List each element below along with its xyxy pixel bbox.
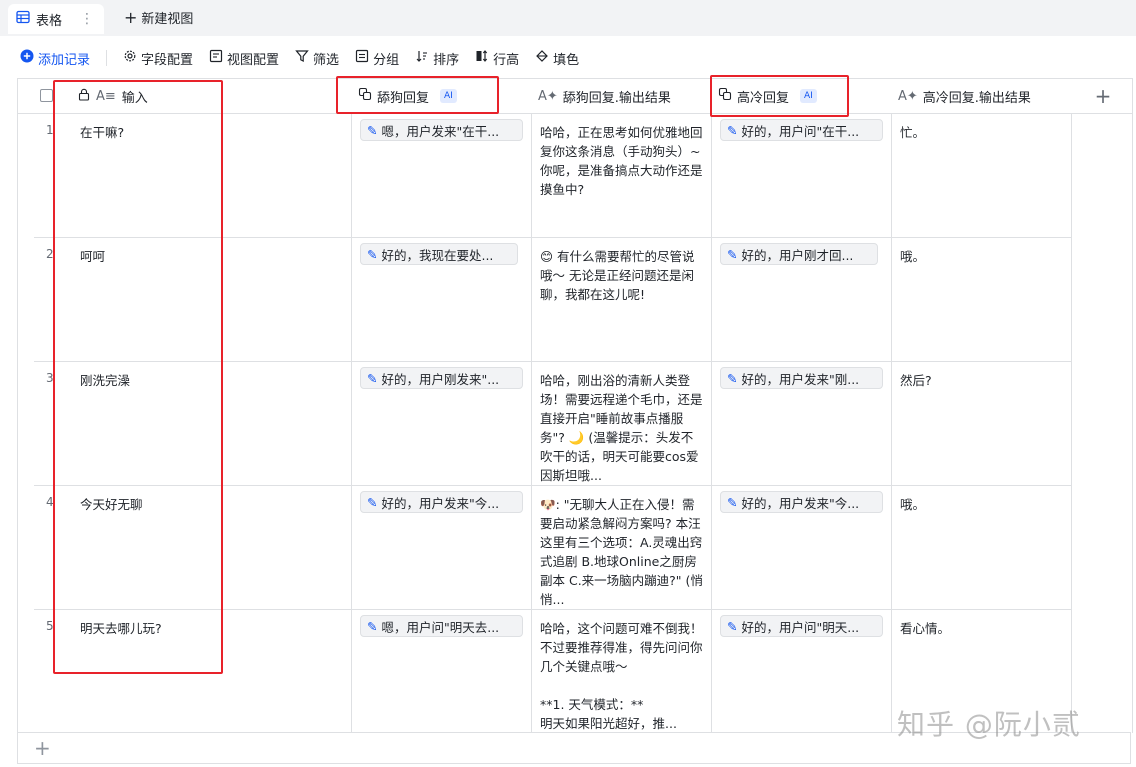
- column-header-lick-output[interactable]: A✦ 舔狗回复.输出结果: [538, 79, 708, 114]
- view-config-icon: [209, 49, 223, 67]
- ai-text-field-icon: A✦: [538, 88, 558, 104]
- group-icon: [355, 49, 369, 67]
- ai-sparkle-icon: ✎: [727, 370, 738, 386]
- ai-reasoning-pill[interactable]: ✎ 好的，用户刚才回...: [720, 243, 878, 265]
- toolbar: 添加记录 字段配置 视图配置 筛选 分组 排序 行高 填色: [0, 44, 1136, 72]
- lick-output-cell[interactable]: 哈哈，正在思考如何优雅地回复你这条消息（手动狗头）~你呢，是准备搞点大动作还是摸…: [540, 123, 705, 203]
- fill-color-label: 填色: [553, 52, 580, 68]
- plus-icon: +: [1094, 84, 1112, 108]
- table-icon: [16, 10, 30, 28]
- field-config-button[interactable]: 字段配置: [123, 49, 193, 68]
- cold-output-cell[interactable]: 看心情。: [900, 619, 1060, 638]
- paint-bucket-icon: [535, 49, 549, 67]
- row-height-icon: [475, 49, 489, 67]
- ai-text-field-icon: A✦: [898, 88, 918, 104]
- sort-icon: [415, 49, 429, 67]
- column-header-cold-output[interactable]: A✦ 高冷回复.输出结果: [898, 79, 1068, 114]
- ai-reasoning-pill[interactable]: ✎ 嗯，用户发来"在干...: [360, 119, 523, 141]
- ai-reasoning-pill[interactable]: ✎ 好的，用户问"在干...: [720, 119, 883, 141]
- group-label: 分组: [373, 52, 400, 68]
- ai-reasoning-pill[interactable]: ✎ 嗯，用户问"明天去...: [360, 615, 523, 637]
- pill-text: 好的，用户发来"今...: [741, 495, 860, 511]
- pill-text: 好的，我现在要处...: [381, 247, 494, 263]
- add-record-button[interactable]: 添加记录: [20, 49, 90, 68]
- lick-output-cell[interactable]: 🐶: "无聊大人正在入侵！需要启动紧急解闷方案吗? 本汪这里有三个选项：A.灵魂…: [540, 495, 705, 609]
- annotation-box-input: [53, 80, 223, 674]
- lick-output-cell[interactable]: 😊 有什么需要帮忙的尽管说哦～ 无论是正经问题还是闲聊，我都在这儿呢!: [540, 247, 705, 327]
- lick-output-cell[interactable]: 哈哈，刚出浴的清新人类登场！需要远程递个毛巾，还是直接开启"睡前故事点播服务"?…: [540, 371, 705, 485]
- ai-reasoning-pill[interactable]: ✎ 好的，我现在要处...: [360, 243, 518, 265]
- fill-color-button[interactable]: 填色: [535, 49, 579, 68]
- watermark: 知乎 @阮小贰: [897, 708, 1081, 741]
- group-button[interactable]: 分组: [355, 49, 399, 68]
- filter-button[interactable]: 筛选: [295, 49, 339, 68]
- tab-label: 表格: [36, 13, 63, 29]
- add-circle-icon: [20, 49, 34, 67]
- cold-output-cell[interactable]: 忙。: [900, 123, 1060, 142]
- ai-sparkle-icon: ✎: [727, 494, 738, 510]
- annotation-box-cold-reply: [710, 75, 849, 117]
- cold-output-cell[interactable]: 哦。: [900, 247, 1060, 266]
- filter-label: 筛选: [313, 52, 340, 68]
- pill-text: 好的，用户发来"今...: [381, 495, 500, 511]
- ai-sparkle-icon: ✎: [367, 370, 378, 386]
- filter-icon: [295, 49, 309, 67]
- ai-reasoning-pill[interactable]: ✎ 好的，用户问"明天...: [720, 615, 883, 637]
- pill-text: 好的，用户刚发来"...: [381, 371, 500, 387]
- ai-sparkle-icon: ✎: [727, 618, 738, 634]
- ai-sparkle-icon: ✎: [367, 494, 378, 510]
- column-cold-output-label: 高冷回复.输出结果: [922, 90, 1031, 106]
- pill-text: 嗯，用户问"明天去...: [381, 619, 500, 635]
- new-view-label: 新建视图: [141, 12, 194, 27]
- ai-reasoning-pill[interactable]: ✎ 好的，用户刚发来"...: [360, 367, 523, 389]
- cold-output-cell[interactable]: 哦。: [900, 495, 1060, 514]
- ai-sparkle-icon: ✎: [367, 618, 378, 634]
- pill-text: 好的，用户问"明天...: [741, 619, 860, 635]
- column-lick-output-label: 舔狗回复.输出结果: [562, 90, 671, 106]
- ai-reasoning-pill[interactable]: ✎ 好的，用户发来"刚...: [720, 367, 883, 389]
- add-column-button[interactable]: +: [1078, 79, 1128, 114]
- ai-sparkle-icon: ✎: [727, 246, 738, 262]
- new-view-button[interactable]: + 新建视图: [124, 8, 193, 27]
- ai-reasoning-pill[interactable]: ✎ 好的，用户发来"今...: [360, 491, 523, 513]
- pill-text: 嗯，用户发来"在干...: [381, 123, 500, 139]
- sort-label: 排序: [433, 52, 460, 68]
- toolbar-divider: [106, 50, 108, 66]
- add-row-button[interactable]: +: [34, 736, 51, 760]
- gear-icon: [123, 49, 137, 67]
- row-height-button[interactable]: 行高: [475, 49, 519, 68]
- tab-table-view[interactable]: 表格 ⋮: [8, 4, 104, 34]
- pill-text: 好的，用户刚才回...: [741, 247, 854, 263]
- ai-reasoning-pill[interactable]: ✎ 好的，用户发来"今...: [720, 491, 883, 513]
- add-record-label: 添加记录: [38, 52, 91, 68]
- cold-output-cell[interactable]: 然后?: [900, 371, 1060, 390]
- ai-sparkle-icon: ✎: [367, 122, 378, 138]
- plus-icon: +: [124, 8, 138, 27]
- sort-button[interactable]: 排序: [415, 49, 459, 68]
- row-height-label: 行高: [493, 52, 520, 68]
- view-tab-bar: 表格 ⋮ + 新建视图: [0, 0, 1136, 36]
- ai-sparkle-icon: ✎: [727, 122, 738, 138]
- view-config-label: 视图配置: [227, 52, 280, 68]
- annotation-box-lick-reply: [336, 76, 499, 114]
- lick-output-cell[interactable]: 哈哈，这个问题可难不倒我！不过要推荐得准，得先问问你几个关键点哦～ **1. 天…: [540, 619, 705, 733]
- select-all-checkbox[interactable]: [40, 89, 53, 102]
- more-vertical-icon[interactable]: ⋮: [80, 11, 94, 27]
- view-config-button[interactable]: 视图配置: [209, 49, 279, 68]
- pill-text: 好的，用户问"在干...: [741, 123, 860, 139]
- ai-sparkle-icon: ✎: [367, 246, 378, 262]
- field-config-label: 字段配置: [141, 52, 194, 68]
- pill-text: 好的，用户发来"刚...: [741, 371, 860, 387]
